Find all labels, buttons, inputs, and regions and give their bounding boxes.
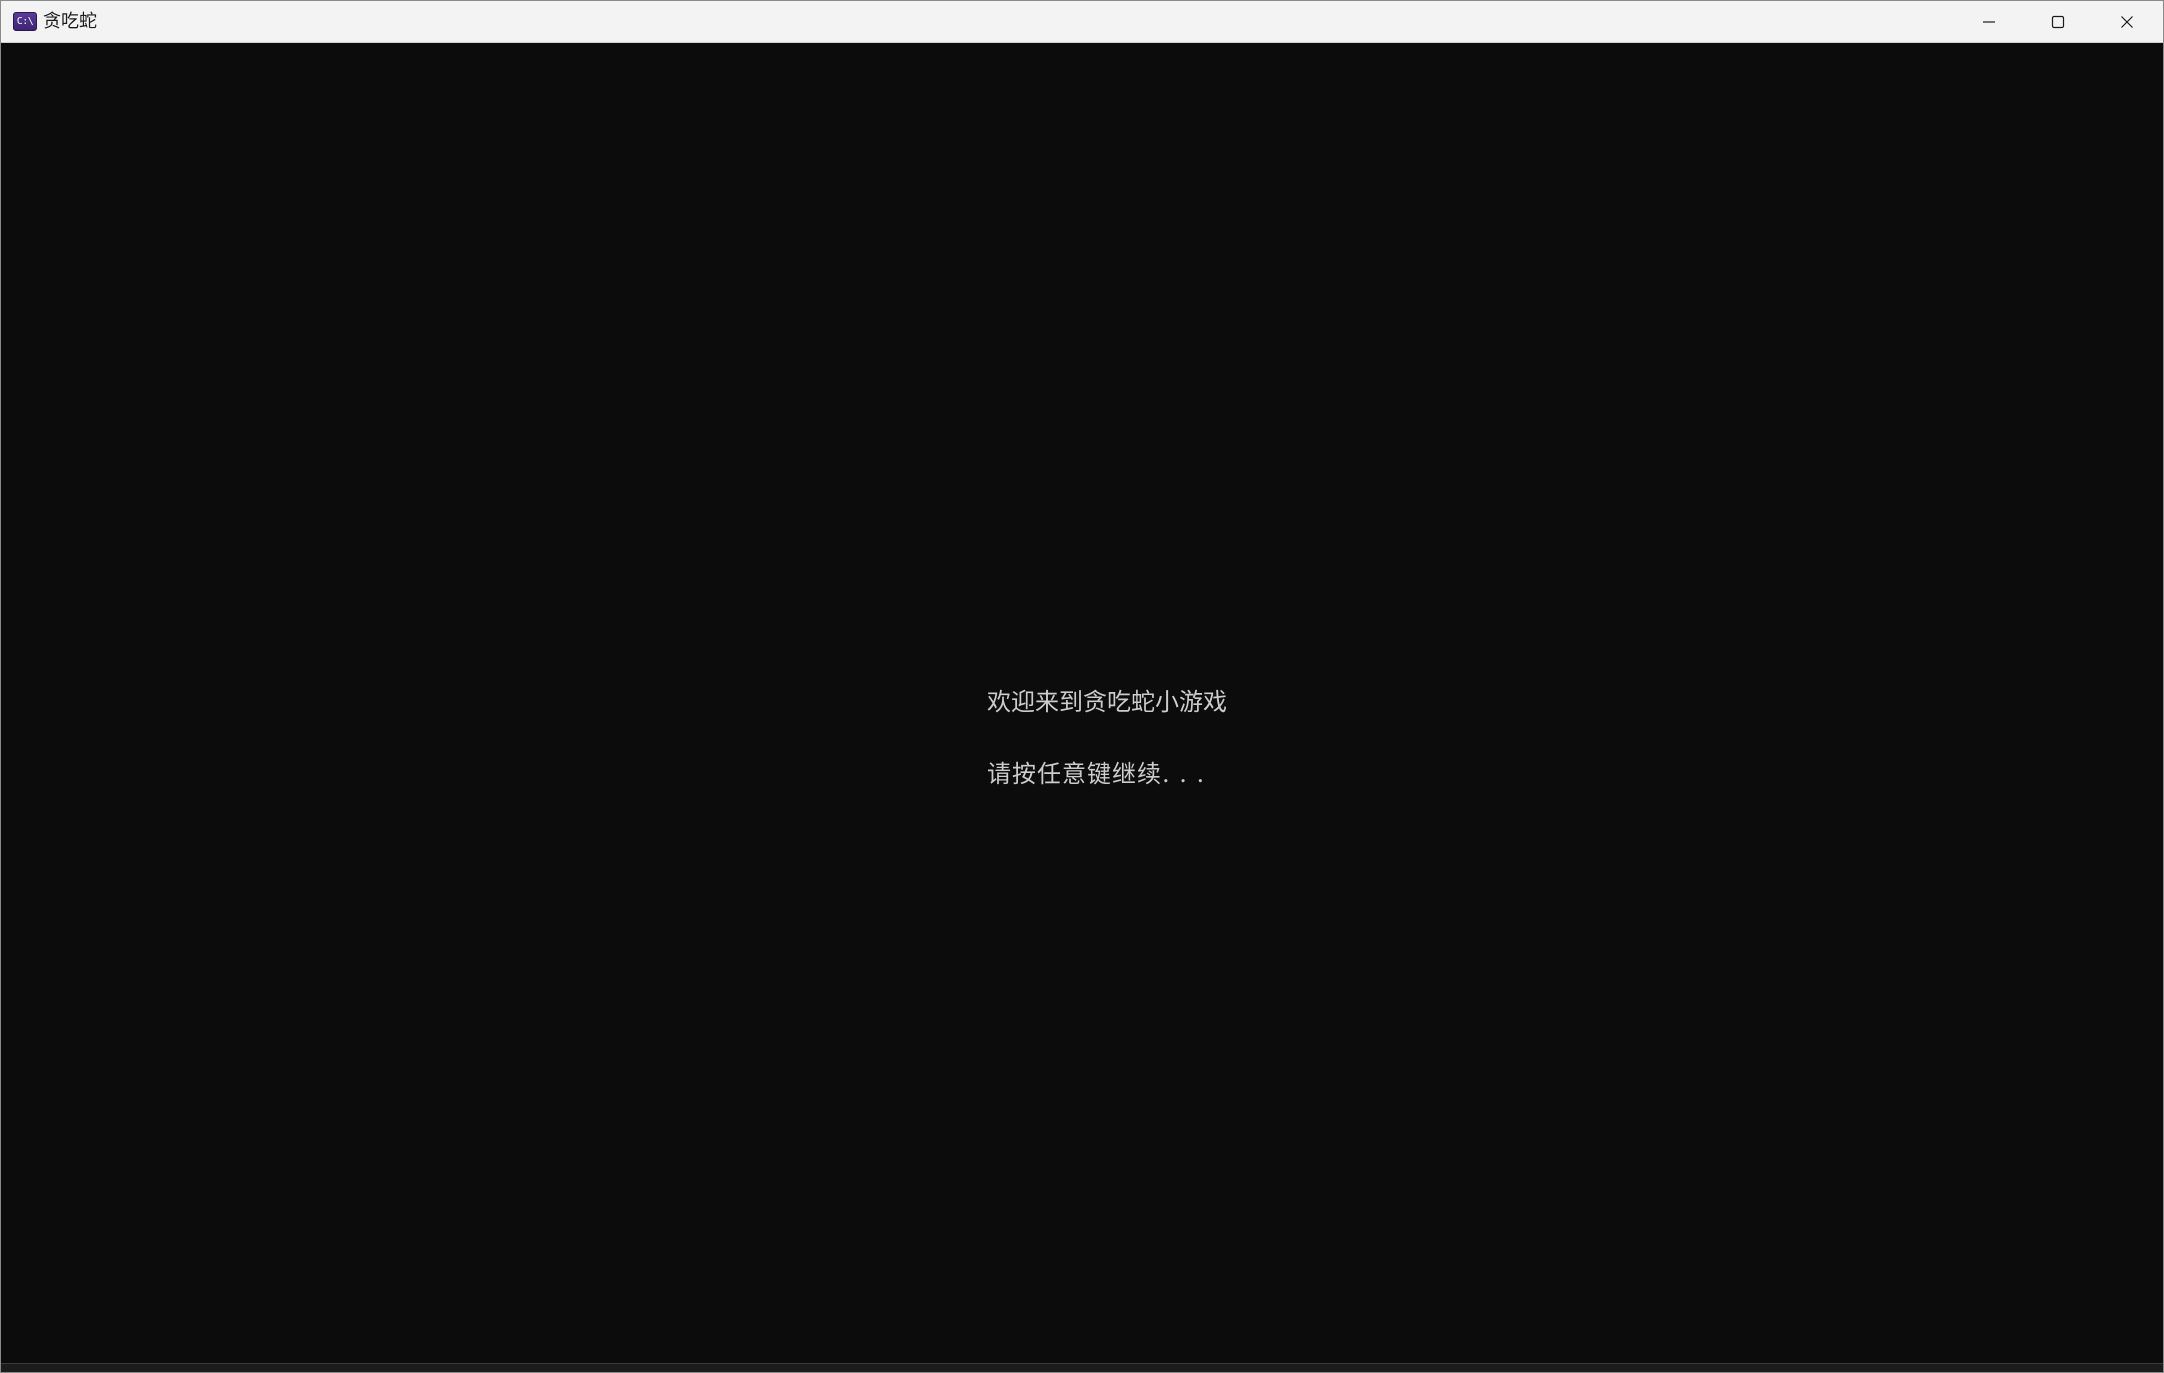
console-icon-glyph: C:\ (16, 15, 34, 27)
window-bottom-border (1, 1363, 2163, 1372)
console-window: C:\ 贪吃蛇 欢迎来到贪吃蛇小游戏 请按任意键继续. . . (0, 0, 2164, 1373)
maximize-button[interactable] (2023, 1, 2092, 42)
title-bar[interactable]: C:\ 贪吃蛇 (1, 1, 2163, 43)
maximize-icon (2051, 15, 2064, 28)
press-any-key-prompt: 请按任意键继续. . . (987, 760, 1206, 788)
minimize-icon (1982, 20, 1995, 23)
console-icon: C:\ (13, 12, 37, 31)
window-title: 贪吃蛇 (43, 11, 97, 32)
welcome-message: 欢迎来到贪吃蛇小游戏 (987, 688, 1227, 716)
console-output-area[interactable]: 欢迎来到贪吃蛇小游戏 请按任意键继续. . . (1, 43, 2163, 1363)
close-icon (2120, 15, 2133, 28)
minimize-button[interactable] (1954, 1, 2023, 42)
close-button[interactable] (2092, 1, 2161, 42)
